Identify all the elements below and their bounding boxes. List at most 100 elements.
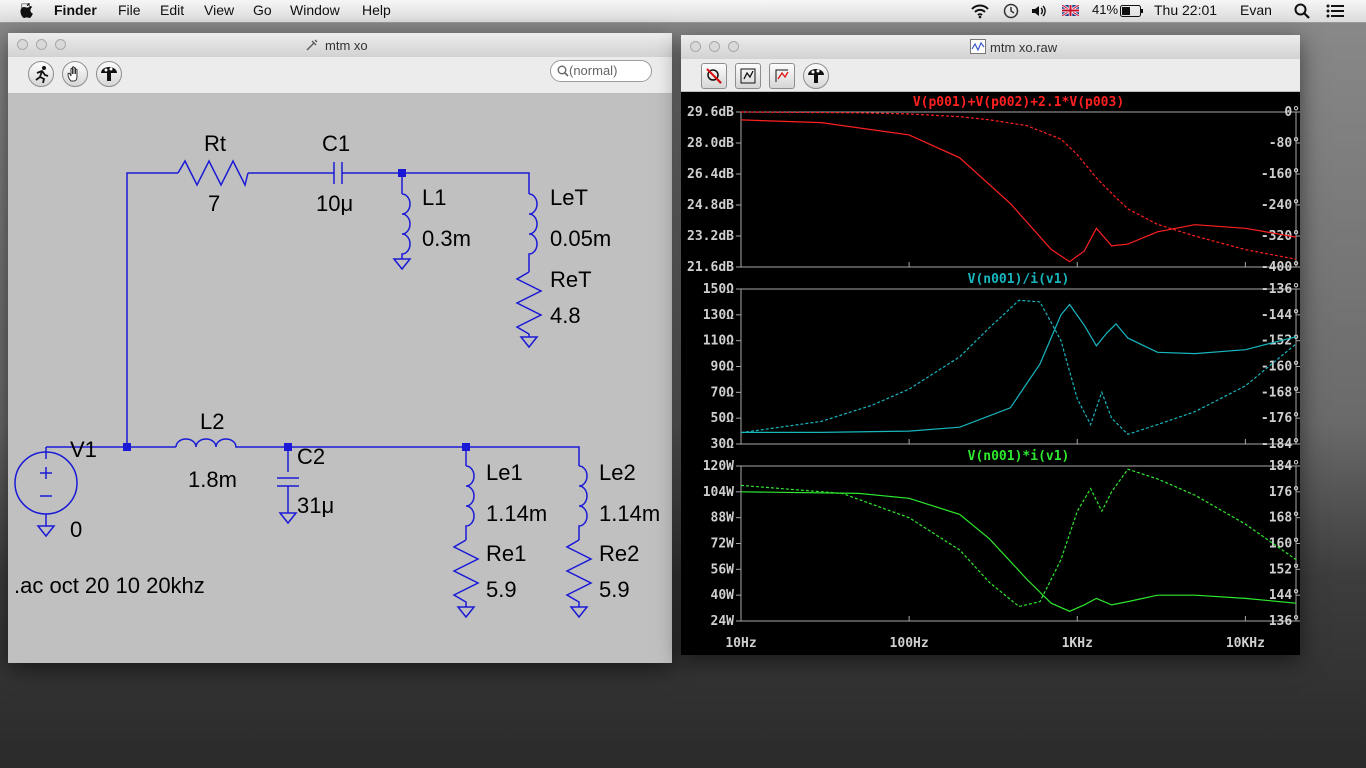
right-tick-label: 176° <box>1269 485 1300 500</box>
ground-ret-symbol <box>519 336 539 349</box>
left-tick-label: 110Ω <box>703 334 734 349</box>
waveform-titlebar[interactable]: mtm xo.raw <box>681 35 1300 60</box>
run-simulation-button[interactable] <box>28 61 54 87</box>
probe-button[interactable] <box>803 63 829 89</box>
menu-file[interactable]: File <box>118 2 141 18</box>
inductor-l1-symbol <box>401 193 411 259</box>
label-ret-name[interactable]: ReT <box>550 267 592 292</box>
capacitor-c1-symbol <box>333 162 343 184</box>
search-icon <box>557 65 569 77</box>
probe-button[interactable] <box>96 61 122 87</box>
pane-1-title: V(p001)+V(p002)+2.1*V(p003) <box>913 95 1124 110</box>
pane-3-series-phase <box>740 468 1297 608</box>
left-tick-label: 24.8dB <box>687 198 734 213</box>
label-le1-value[interactable]: 1.14m <box>486 501 547 526</box>
spotlight-search-icon[interactable] <box>1294 3 1310 19</box>
plot-area[interactable]: V(p001)+V(p002)+2.1*V(p003) 29.6dB 28.0dB 2… <box>681 92 1301 655</box>
label-re2-value[interactable]: 5.9 <box>599 577 630 602</box>
capacitor-c2-symbol <box>277 477 299 487</box>
x-tick-label: 10KHz <box>1226 636 1265 651</box>
label-v1-name[interactable]: V1 <box>70 437 97 462</box>
battery-icon[interactable] <box>1120 5 1144 17</box>
waveform-window: mtm xo.raw V(p001)+V(p002)+2.1*V(p003) 2… <box>681 35 1301 655</box>
cursor-button[interactable] <box>769 63 795 89</box>
menu-bar:  Finder File Edit View Go Window Help 4… <box>0 0 1366 23</box>
close-button[interactable] <box>17 39 28 50</box>
right-tick-label: -160° <box>1261 167 1300 182</box>
right-tick-label: -144° <box>1261 308 1300 323</box>
menu-help[interactable]: Help <box>362 2 391 18</box>
zoom-button[interactable] <box>728 41 739 52</box>
right-tick-label: 160° <box>1269 537 1300 552</box>
junction-node-3 <box>284 443 292 451</box>
right-tick-label: 0° <box>1284 105 1300 120</box>
right-tick-label: -168° <box>1261 385 1300 400</box>
label-let-name[interactable]: LeT <box>550 185 588 210</box>
notification-center-icon[interactable] <box>1326 4 1344 18</box>
label-l1-name[interactable]: L1 <box>422 185 446 210</box>
menu-user[interactable]: Evan <box>1240 2 1272 18</box>
schematic-canvas[interactable]: Rt 7 C1 10μ L1 0.3m LeT 0.05m ReT 4.8 V1… <box>8 94 672 663</box>
zoom-fit-button[interactable] <box>701 63 727 89</box>
pane-2-series-phase <box>740 299 1297 435</box>
inductor-l2-symbol <box>175 438 288 448</box>
menu-app-name[interactable]: Finder <box>54 2 97 18</box>
junction-node-1 <box>398 169 406 177</box>
right-tick-label: -400° <box>1261 260 1300 275</box>
waveform-document-icon <box>970 39 986 54</box>
menu-window[interactable]: Window <box>290 2 340 18</box>
menu-view[interactable]: View <box>204 2 234 18</box>
minimize-button[interactable] <box>36 39 47 50</box>
label-l2-name[interactable]: L2 <box>200 409 224 434</box>
menu-clock[interactable]: Thu 22:01 <box>1154 2 1217 18</box>
volume-icon[interactable] <box>1031 4 1049 18</box>
plot-pane-2[interactable]: V(n001)/i(v1) 150Ω 130Ω 110Ω 90Ω 70Ω 50Ω 30Ω -13… <box>703 272 1301 452</box>
resistor-rt-symbol <box>177 159 249 188</box>
plot-canvas[interactable]: V(p001)+V(p002)+2.1*V(p003) 29.6dB 28.0dB 2… <box>681 92 1301 655</box>
plot-pane-1[interactable]: V(p001)+V(p002)+2.1*V(p003) 29.6dB 28.0dB 2… <box>687 95 1301 275</box>
label-re1-name[interactable]: Re1 <box>486 541 526 566</box>
label-l1-value[interactable]: 0.3m <box>422 226 471 251</box>
label-rt-value[interactable]: 7 <box>208 191 220 216</box>
menu-edit[interactable]: Edit <box>160 2 184 18</box>
label-c2-name[interactable]: C2 <box>297 444 325 469</box>
label-rt-name[interactable]: Rt <box>204 131 226 156</box>
label-c2-value[interactable]: 31μ <box>297 493 334 518</box>
uk-flag-icon[interactable] <box>1062 5 1079 16</box>
label-c1-name[interactable]: C1 <box>322 131 350 156</box>
plot-pane-3[interactable]: V(n001)*i(v1) 120W 104W 88W 72W 56W 40W 24W 184°… <box>703 449 1301 629</box>
zoom-button[interactable] <box>55 39 66 50</box>
autorange-button[interactable] <box>735 63 761 89</box>
label-l2-value[interactable]: 1.8m <box>188 467 237 492</box>
search-input[interactable]: (normal) <box>550 60 652 82</box>
schematic-titlebar[interactable]: mtm xo <box>8 33 672 58</box>
halt-button[interactable] <box>62 61 88 87</box>
minimize-button[interactable] <box>709 41 720 52</box>
voltage-source-v1-polarity <box>40 467 52 497</box>
wifi-icon[interactable] <box>970 3 990 19</box>
schematic-drawing[interactable]: Rt 7 C1 10μ L1 0.3m LeT 0.05m ReT 4.8 V1… <box>8 94 672 663</box>
time-machine-icon[interactable] <box>1002 3 1019 19</box>
label-re2-name[interactable]: Re2 <box>599 541 639 566</box>
left-tick-label: 21.6dB <box>687 260 734 275</box>
menu-go[interactable]: Go <box>253 2 272 18</box>
label-le2-value[interactable]: 1.14m <box>599 501 660 526</box>
label-c1-value[interactable]: 10μ <box>316 191 353 216</box>
label-ret-value[interactable]: 4.8 <box>550 303 581 328</box>
apple-logo-icon[interactable] <box>20 3 34 19</box>
label-le1-name[interactable]: Le1 <box>486 460 523 485</box>
label-le2-name[interactable]: Le2 <box>599 460 636 485</box>
right-tick-label: -136° <box>1261 282 1300 297</box>
spice-directive[interactable]: .ac oct 20 10 20khz <box>14 573 205 598</box>
inductor-let-symbol <box>528 193 538 272</box>
left-tick-label: 104W <box>703 485 734 500</box>
pane-1-series-phase <box>740 111 1297 260</box>
schematic-toolbar: (normal) <box>8 57 672 94</box>
label-let-value[interactable]: 0.05m <box>550 226 611 251</box>
right-tick-label: 184° <box>1269 459 1300 474</box>
label-re1-value[interactable]: 5.9 <box>486 577 517 602</box>
close-button[interactable] <box>690 41 701 52</box>
pane-3-series-magnitude <box>740 491 1297 612</box>
ground-re2-symbol <box>569 606 589 619</box>
label-v1-value[interactable]: 0 <box>70 517 82 542</box>
